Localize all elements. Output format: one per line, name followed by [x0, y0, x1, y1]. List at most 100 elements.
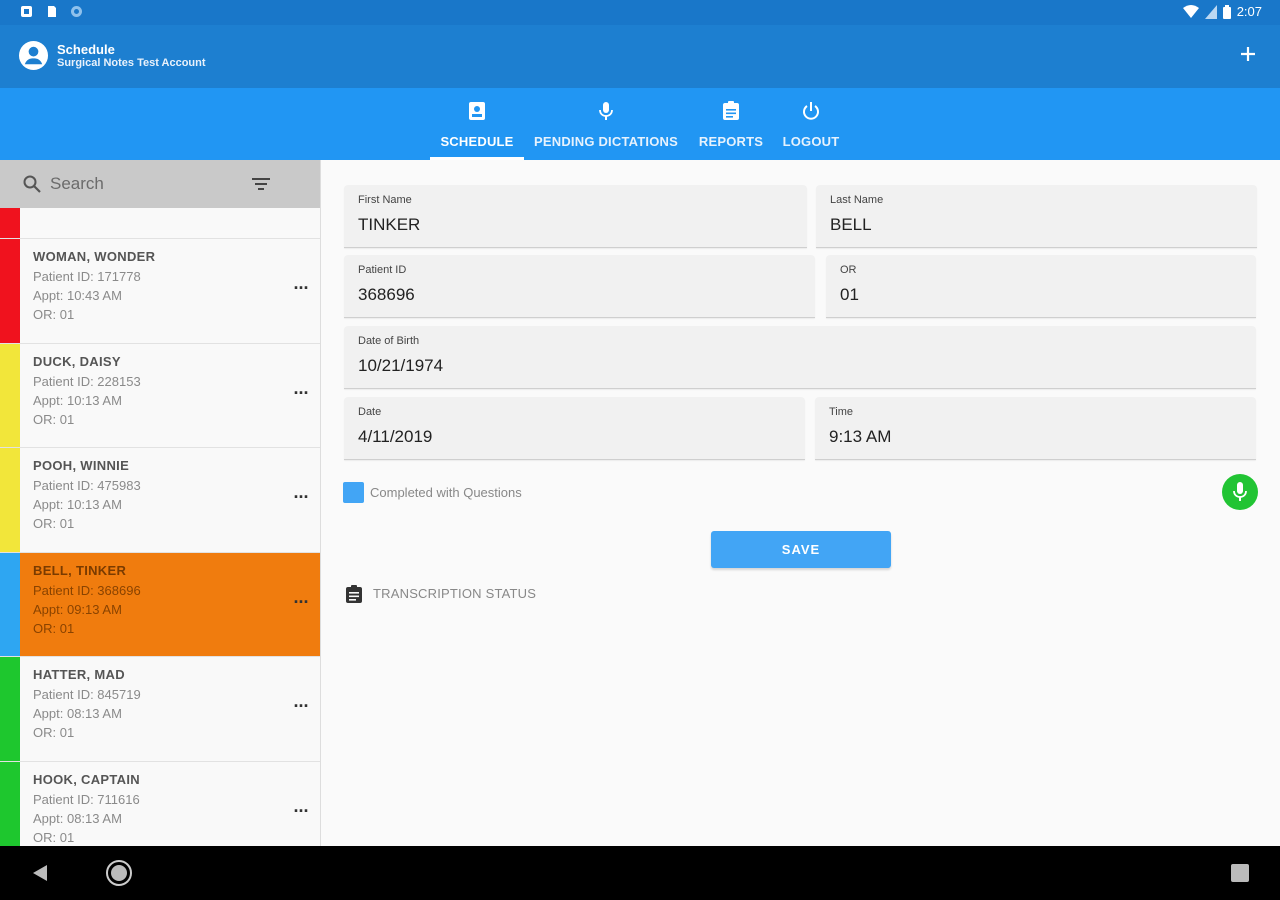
operating-room: OR: 01 — [33, 411, 75, 427]
dictate-button[interactable] — [1222, 474, 1258, 510]
tab-logout-label: LOGOUT — [782, 134, 840, 149]
mic-icon — [1233, 482, 1247, 501]
appointment-time: Appt: 10:43 AM — [33, 288, 122, 303]
status-color-bar — [0, 657, 20, 761]
more-options-icon[interactable]: ... — [291, 483, 311, 508]
operating-room: OR: 01 — [33, 725, 75, 740]
operating-room: OR: 01 — [33, 620, 75, 636]
list-item[interactable]: POOH, WINNIE Patient ID: 475983 Appt: 10… — [0, 448, 320, 553]
patient-id: Patient ID: 228153 — [33, 373, 141, 389]
date-of-birth-input[interactable]: 10/21/1974 — [358, 356, 1179, 376]
recent-apps-icon[interactable] — [1231, 864, 1249, 882]
first-name-field[interactable]: First Name TINKER — [344, 185, 807, 248]
sd-card-icon — [48, 6, 56, 17]
patient-name: HOOK, CAPTAIN — [33, 771, 140, 787]
status-color-bar — [0, 208, 20, 238]
tab-reports-label: REPORTS — [698, 134, 764, 149]
appointment-time: Appt: 08:13 AM — [33, 810, 122, 826]
more-options-icon[interactable]: ... — [291, 588, 311, 613]
patient-name: WOMAN, WONDER — [33, 249, 156, 264]
operating-room: OR: 01 — [33, 307, 75, 322]
app-bar: Schedule Surgical Notes Test Account — [0, 25, 1280, 88]
search-icon — [23, 175, 41, 193]
or-label: OR — [840, 264, 857, 276]
patient-name: POOH, WINNIE — [33, 458, 130, 473]
time-label: Time — [829, 406, 854, 418]
search-bar — [0, 160, 320, 208]
account-icon[interactable] — [18, 40, 49, 71]
search-input[interactable] — [50, 168, 240, 200]
system-nav-bar — [0, 846, 1280, 900]
more-options-icon[interactable]: ... — [291, 274, 311, 299]
tab-schedule[interactable]: SCHEDULE — [430, 88, 524, 160]
clock: 2:07 — [1236, 4, 1262, 19]
tab-logout[interactable]: LOGOUT — [779, 88, 843, 160]
appointment-time: Appt: 08:13 AM — [33, 706, 122, 721]
patient-id-input[interactable]: 368696 — [358, 285, 782, 305]
patient-id: Patient ID: 475983 — [33, 478, 141, 493]
list-item[interactable] — [0, 208, 320, 239]
app-title: Schedule — [57, 42, 115, 57]
patient-id: Patient ID: 368696 — [33, 582, 141, 598]
system-icons: 2:07 — [1182, 4, 1262, 19]
appointment-time: Appt: 10:13 AM — [33, 392, 122, 408]
patient-list: WOMAN, WONDER Patient ID: 171778 Appt: 1… — [0, 208, 320, 846]
add-icon[interactable] — [1236, 42, 1260, 66]
or-field[interactable]: OR 01 — [826, 255, 1256, 318]
operating-room: OR: 01 — [33, 516, 75, 531]
power-icon — [803, 102, 819, 120]
or-input[interactable]: 01 — [840, 285, 1227, 305]
patient-list-panel: WOMAN, WONDER Patient ID: 171778 Appt: 1… — [0, 160, 321, 846]
more-options-icon[interactable]: ... — [291, 379, 311, 404]
date-input[interactable]: 4/11/2019 — [358, 427, 773, 447]
signal-icon — [1204, 4, 1217, 19]
more-options-icon[interactable]: ... — [291, 797, 311, 822]
completed-with-questions-checkbox[interactable] — [343, 482, 364, 503]
save-button[interactable]: SAVE — [711, 531, 891, 568]
patient-name: BELL, TINKER — [33, 562, 127, 578]
appointment-time: Appt: 09:13 AM — [33, 601, 122, 617]
appointment-time: Appt: 10:13 AM — [33, 497, 122, 512]
date-of-birth-label: Date of Birth — [358, 335, 420, 347]
date-field[interactable]: Date 4/11/2019 — [344, 397, 805, 460]
list-item[interactable]: DUCK, DAISY Patient ID: 228153 Appt: 10:… — [0, 343, 320, 448]
last-name-label: Last Name — [830, 194, 884, 206]
more-options-icon[interactable]: ... — [291, 692, 311, 717]
list-item[interactable]: HATTER, MAD Patient ID: 845719 Appt: 08:… — [0, 657, 320, 762]
notification-icon — [21, 6, 32, 17]
notification-icons — [20, 5, 83, 18]
completed-with-questions-label: Completed with Questions — [370, 485, 522, 500]
first-name-label: First Name — [358, 194, 412, 206]
patient-name: HATTER, MAD — [33, 667, 125, 682]
time-field[interactable]: Time 9:13 AM — [815, 397, 1256, 460]
home-button[interactable] — [106, 860, 132, 886]
schedule-icon — [469, 102, 485, 120]
tab-reports[interactable]: REPORTS — [693, 88, 769, 160]
patient-form: First Name TINKER Last Name BELL Patient… — [322, 160, 1280, 846]
status-color-bar — [0, 343, 20, 447]
status-color-bar — [0, 552, 20, 656]
status-color-bar — [0, 761, 20, 846]
patient-id: Patient ID: 711616 — [33, 791, 140, 807]
status-color-bar — [0, 448, 20, 552]
status-color-bar — [0, 239, 20, 343]
list-item-selected[interactable]: BELL, TINKER Patient ID: 368696 Appt: 09… — [0, 552, 320, 657]
list-item[interactable]: HOOK, CAPTAIN Patient ID: 711616 Appt: 0… — [0, 761, 320, 846]
patient-id-field[interactable]: Patient ID 368696 — [344, 255, 815, 318]
last-name-input[interactable]: BELL — [830, 215, 1227, 235]
tab-pending-dictations[interactable]: PENDING DICTATIONS — [533, 88, 679, 160]
patient-id-label: Patient ID — [358, 264, 407, 276]
filter-icon[interactable] — [250, 174, 272, 194]
date-label: Date — [358, 406, 382, 418]
back-icon[interactable] — [30, 863, 50, 883]
clipboard-icon — [346, 585, 362, 603]
transcription-status-label[interactable]: TRANSCRIPTION STATUS — [373, 586, 536, 601]
tab-schedule-label: SCHEDULE — [440, 134, 514, 149]
status-bar: 2:07 — [0, 0, 1280, 25]
time-input[interactable]: 9:13 AM — [829, 427, 1226, 447]
first-name-input[interactable]: TINKER — [358, 215, 775, 235]
list-item[interactable]: WOMAN, WONDER Patient ID: 171778 Appt: 1… — [0, 239, 320, 344]
last-name-field[interactable]: Last Name BELL — [816, 185, 1257, 248]
date-of-birth-field[interactable]: Date of Birth 10/21/1974 — [344, 326, 1256, 389]
account-name: Surgical Notes Test Account — [57, 57, 206, 69]
